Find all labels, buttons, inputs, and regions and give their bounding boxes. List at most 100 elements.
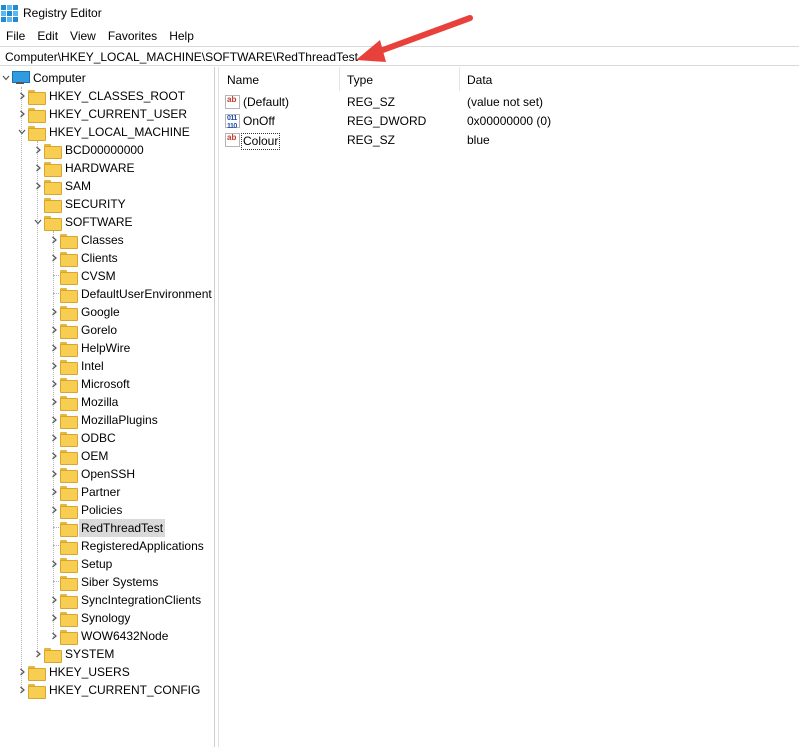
chevron-right-icon[interactable]	[16, 681, 28, 699]
tree-item-openssh[interactable]: OpenSSH	[48, 465, 135, 483]
chevron-right-icon[interactable]	[48, 483, 60, 501]
tree-item-label: DefaultUserEnvironment	[81, 287, 212, 301]
annotation-arrow	[356, 15, 473, 62]
tree-item-cvsm[interactable]: CVSM	[48, 267, 116, 285]
tree-item-siber-systems[interactable]: Siber Systems	[48, 573, 158, 591]
tree-item-gorelo[interactable]: Gorelo	[48, 321, 117, 339]
tree-item-hkey-users[interactable]: HKEY_USERS	[16, 663, 130, 681]
tree-item-microsoft[interactable]: Microsoft	[48, 375, 130, 393]
address-path[interactable]: Computer\HKEY_LOCAL_MACHINE\SOFTWARE\Red…	[5, 50, 358, 64]
folder-icon	[60, 521, 78, 537]
menu-file[interactable]: File	[0, 26, 31, 46]
pane-splitter[interactable]	[215, 67, 219, 747]
chevron-right-icon[interactable]	[32, 141, 44, 159]
tree-item-hkey-local-machine[interactable]: HKEY_LOCAL_MACHINE	[16, 123, 190, 141]
tree-item-synology[interactable]: Synology	[48, 609, 130, 627]
tree-item-software[interactable]: SOFTWARE	[32, 213, 133, 231]
menu-favorites[interactable]: Favorites	[102, 26, 163, 46]
chevron-right-icon[interactable]	[16, 663, 28, 681]
menu-edit[interactable]: Edit	[31, 26, 64, 46]
tree-item-classes[interactable]: Classes	[48, 231, 124, 249]
chevron-right-icon[interactable]	[48, 627, 60, 645]
chevron-right-icon[interactable]	[48, 393, 60, 411]
folder-icon	[60, 485, 78, 501]
tree-item-bcd00000000[interactable]: BCD00000000	[32, 141, 144, 159]
chevron-right-icon[interactable]	[48, 375, 60, 393]
tree-item-mozilla[interactable]: Mozilla	[48, 393, 118, 411]
chevron-right-icon[interactable]	[32, 177, 44, 195]
menu-help[interactable]: Help	[163, 26, 200, 46]
values-list-pane[interactable]: Name Type Data ab (Default) REG_SZ (valu…	[220, 67, 799, 747]
chevron-right-icon[interactable]	[48, 303, 60, 321]
folder-icon	[60, 503, 78, 519]
tree-item-hkey-current-config[interactable]: HKEY_CURRENT_CONFIG	[16, 681, 200, 699]
chevron-down-icon[interactable]	[16, 123, 28, 141]
folder-icon	[60, 575, 78, 591]
chevron-right-icon[interactable]	[48, 411, 60, 429]
tree-item-security[interactable]: SECURITY	[32, 195, 126, 213]
chevron-right-icon[interactable]	[16, 105, 28, 123]
tree-item-redthreadtest[interactable]: RedThreadTest	[48, 519, 166, 537]
folder-icon	[60, 341, 78, 357]
value-row[interactable]: ab (Default) REG_SZ (value not set)	[220, 93, 799, 112]
folder-icon	[60, 251, 78, 267]
chevron-right-icon[interactable]	[48, 609, 60, 627]
tree-item-wow6432node[interactable]: WOW6432Node	[48, 627, 168, 645]
menu-view[interactable]: View	[64, 26, 102, 46]
menu-bar: File Edit View Favorites Help	[0, 26, 200, 46]
tree-item-mozillaplugins[interactable]: MozillaPlugins	[48, 411, 158, 429]
tree-item-intel[interactable]: Intel	[48, 357, 104, 375]
column-header-type[interactable]: Type	[340, 67, 460, 91]
tree-item-google[interactable]: Google	[48, 303, 120, 321]
tree-item-clients[interactable]: Clients	[48, 249, 118, 267]
chevron-down-icon[interactable]	[32, 213, 44, 231]
chevron-right-icon[interactable]	[48, 231, 60, 249]
tree-item-label: HKEY_CURRENT_USER	[49, 107, 188, 121]
tree-item-hkey-current-user[interactable]: HKEY_CURRENT_USER	[16, 105, 187, 123]
tree-item-policies[interactable]: Policies	[48, 501, 122, 519]
tree-item-syncintegrationclients[interactable]: SyncIntegrationClients	[48, 591, 201, 609]
tree-item-hardware[interactable]: HARDWARE	[32, 159, 135, 177]
chevron-right-icon[interactable]	[32, 159, 44, 177]
tree-item-label: Policies	[81, 503, 123, 517]
tree-item-setup[interactable]: Setup	[48, 555, 112, 573]
tree-item-registeredapplications[interactable]: RegisteredApplications	[48, 537, 204, 555]
key-tree-pane[interactable]: Computer HKEY_CLASSES_ROOT HKEY_CURRENT_…	[0, 67, 215, 747]
value-data: (value not set)	[467, 95, 544, 109]
folder-icon	[28, 683, 46, 699]
chevron-right-icon[interactable]	[48, 555, 60, 573]
tree-item-defaultuserenvironment[interactable]: DefaultUserEnvironment	[48, 285, 212, 303]
chevron-right-icon[interactable]	[48, 591, 60, 609]
chevron-right-icon[interactable]	[48, 357, 60, 375]
tree-item-hkey-classes-root[interactable]: HKEY_CLASSES_ROOT	[16, 87, 185, 105]
tree-item-computer[interactable]: Computer	[0, 69, 86, 87]
chevron-right-icon[interactable]	[48, 465, 60, 483]
chevron-down-icon[interactable]	[0, 69, 12, 87]
chevron-right-icon[interactable]	[48, 321, 60, 339]
tree-item-helpwire[interactable]: HelpWire	[48, 339, 130, 357]
column-header-name[interactable]: Name	[220, 67, 340, 91]
tree-item-partner[interactable]: Partner	[48, 483, 120, 501]
folder-icon	[60, 233, 78, 249]
column-header-data[interactable]: Data	[460, 67, 799, 91]
chevron-right-icon[interactable]	[48, 429, 60, 447]
chevron-right-icon[interactable]	[48, 249, 60, 267]
folder-icon	[60, 269, 78, 285]
folder-icon	[60, 539, 78, 555]
tree-item-sam[interactable]: SAM	[32, 177, 91, 195]
chevron-right-icon[interactable]	[48, 501, 60, 519]
value-data: blue	[467, 133, 490, 147]
value-row[interactable]: ab Colour REG_SZ blue	[220, 131, 799, 150]
value-data: 0x00000000 (0)	[467, 114, 552, 128]
chevron-right-icon[interactable]	[48, 447, 60, 465]
tree-item-label: Synology	[81, 611, 131, 625]
folder-icon	[44, 215, 62, 231]
tree-item-label: HKEY_CLASSES_ROOT	[49, 89, 186, 103]
tree-item-oem[interactable]: OEM	[48, 447, 108, 465]
tree-item-system[interactable]: SYSTEM	[32, 645, 114, 663]
chevron-right-icon[interactable]	[16, 87, 28, 105]
value-row[interactable]: 011 110 OnOff REG_DWORD 0x00000000 (0)	[220, 112, 799, 131]
chevron-right-icon[interactable]	[48, 339, 60, 357]
tree-item-odbc[interactable]: ODBC	[48, 429, 116, 447]
chevron-right-icon[interactable]	[32, 645, 44, 663]
